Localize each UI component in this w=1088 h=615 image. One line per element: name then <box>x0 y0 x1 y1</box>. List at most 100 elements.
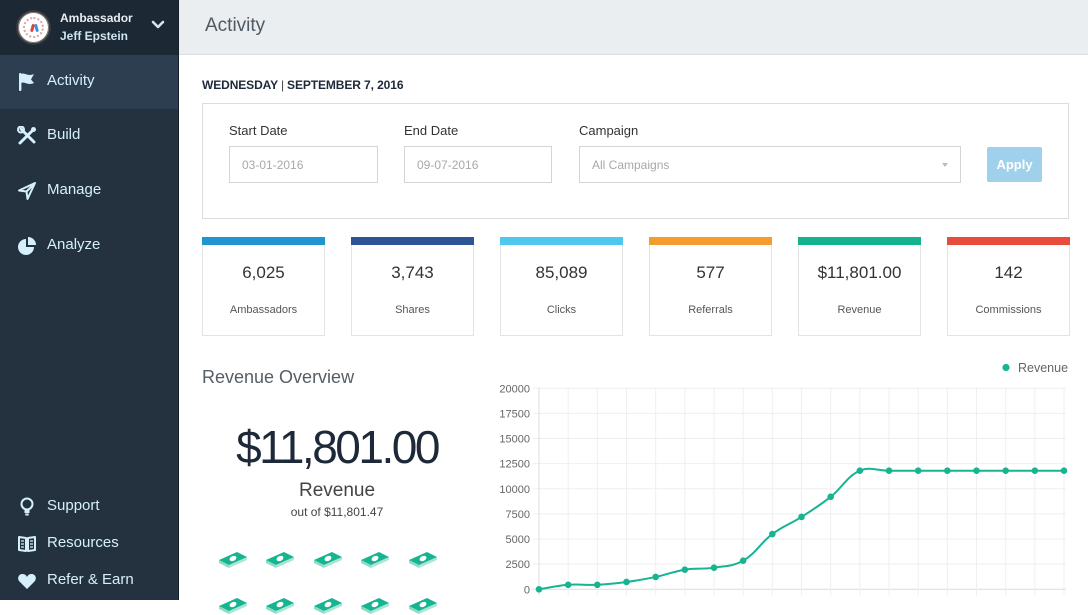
stat-value: $11,801.00 <box>817 263 902 282</box>
money-icon <box>219 552 247 568</box>
data-point[interactable] <box>973 467 980 474</box>
tools-icon <box>17 126 36 145</box>
stat-card-commissions[interactable]: 142 Commissions <box>947 237 1070 336</box>
end-date-input[interactable] <box>404 146 552 183</box>
data-point[interactable] <box>1031 467 1039 474</box>
data-point[interactable] <box>623 578 630 586</box>
stat-value: 3,743 <box>391 263 434 282</box>
stat-color-bar <box>649 237 772 245</box>
pie-chart-icon <box>18 237 36 255</box>
data-point[interactable] <box>827 493 834 501</box>
revenue-label: Revenue <box>298 480 376 501</box>
data-point[interactable] <box>856 467 864 474</box>
money-icon <box>266 552 294 568</box>
legend-label-revenue[interactable]: Revenue <box>1018 361 1068 375</box>
stat-color-bar <box>947 237 1070 245</box>
data-point[interactable] <box>652 573 659 581</box>
profile-menu[interactable]: Ambassador Jeff Epstein <box>0 0 178 55</box>
stat-card-revenue[interactable]: $11,801.00 Revenue <box>798 237 921 336</box>
y-tick-label: 5000 <box>506 534 530 546</box>
money-icon <box>314 552 342 568</box>
chart-y-axis: 0 2500 5000 7500 10000 12500 15000 17500 20000 <box>499 383 530 596</box>
navigation-arrow-icon <box>18 182 36 200</box>
stat-label: Clicks <box>546 304 577 316</box>
revenue-amount: $11,801.00 <box>236 421 440 473</box>
revenue-overview-title: Revenue Overview <box>202 367 355 387</box>
data-point[interactable] <box>769 530 776 538</box>
legend-marker-revenue <box>1002 363 1010 372</box>
data-point[interactable] <box>944 467 951 474</box>
stat-card-referrals[interactable]: 577 Referrals <box>649 237 772 336</box>
flag-icon <box>19 73 34 91</box>
sidebar-item-label: Refer & Earn <box>47 571 134 588</box>
page-header: Activity <box>179 0 1088 55</box>
data-point[interactable] <box>798 513 805 521</box>
y-tick-label: 15000 <box>499 434 530 446</box>
stat-card-ambassadors[interactable]: 6,025 Ambassadors <box>202 237 325 336</box>
sidebar-item-label: Build <box>47 126 81 143</box>
apply-button[interactable]: Apply <box>987 147 1042 182</box>
data-point[interactable] <box>681 566 689 574</box>
sidebar-item-build[interactable]: Build <box>0 109 178 163</box>
y-tick-label: 2500 <box>506 559 530 571</box>
money-icon <box>409 552 437 568</box>
page-title: Activity <box>205 15 266 36</box>
chart-legend: Revenue <box>1002 361 1068 375</box>
stat-label: Revenue <box>837 304 882 316</box>
stat-value: 142 <box>994 263 1023 282</box>
book-icon <box>18 536 36 552</box>
stat-color-bar <box>798 237 921 245</box>
sidebar-item-analyze[interactable]: Analyze <box>0 219 178 273</box>
data-point[interactable] <box>594 581 601 589</box>
stat-color-bar <box>500 237 623 245</box>
data-point[interactable] <box>914 467 922 474</box>
start-date-input[interactable] <box>229 146 378 183</box>
data-point[interactable] <box>535 586 543 593</box>
data-point[interactable] <box>1002 467 1009 474</box>
stat-card-clicks[interactable]: 85,089 Clicks <box>500 237 623 336</box>
campaign-select-value: All Campaigns <box>592 158 670 172</box>
y-tick-label: 0 <box>524 584 530 596</box>
avatar[interactable] <box>16 10 51 45</box>
stat-value: 577 <box>696 263 725 282</box>
avatar-logo-blue <box>34 23 39 33</box>
sidebar: Ambassador Jeff Epstein Activity Build M… <box>0 0 179 600</box>
sidebar-item-label: Resources <box>47 534 119 551</box>
stat-value: 6,025 <box>242 263 285 282</box>
avatar-logo <box>23 17 44 38</box>
campaign-label: Campaign <box>579 123 639 138</box>
sidebar-item-resources[interactable]: Resources <box>0 526 178 560</box>
y-tick-label: 12500 <box>499 459 530 471</box>
stat-color-bar <box>351 237 474 245</box>
filter-panel: Start Date End Date Campaign All Campaig… <box>202 103 1069 219</box>
money-icon <box>361 552 389 568</box>
data-point[interactable] <box>1060 467 1068 474</box>
stat-label: Referrals <box>688 304 733 316</box>
sidebar-item-manage[interactable]: Manage <box>0 164 178 218</box>
sidebar-item-label: Manage <box>47 181 102 198</box>
end-date-label: End Date <box>404 123 459 138</box>
data-point[interactable] <box>739 557 747 564</box>
stat-label: Commissions <box>975 304 1042 316</box>
sidebar-item-activity[interactable]: Activity <box>0 55 178 109</box>
lightbulb-icon <box>20 497 34 516</box>
sidebar-item-support[interactable]: Support <box>0 489 178 523</box>
campaign-select[interactable]: All Campaigns <box>579 146 961 183</box>
date-heading: WEDNESDAY | SEPTEMBER 7, 2016 <box>202 78 404 92</box>
chevron-down-icon[interactable] <box>151 20 165 30</box>
data-point[interactable] <box>564 581 572 589</box>
sidebar-item-label: Activity <box>47 72 95 89</box>
stat-card-shares[interactable]: 3,743 Shares <box>351 237 474 336</box>
caret-down-icon <box>942 163 948 167</box>
sidebar-item-refer-earn[interactable]: Refer & Earn <box>0 563 178 597</box>
chart-grid <box>533 387 1066 596</box>
date-day: WEDNESDAY <box>202 78 279 92</box>
stat-color-bar <box>202 237 325 245</box>
data-point[interactable] <box>710 564 718 571</box>
heart-icon <box>18 574 36 589</box>
data-point[interactable] <box>885 467 893 474</box>
y-tick-label: 7500 <box>506 509 530 521</box>
start-date-label: Start Date <box>229 123 288 138</box>
y-tick-label: 17500 <box>499 408 530 420</box>
stat-label: Ambassadors <box>229 304 298 316</box>
